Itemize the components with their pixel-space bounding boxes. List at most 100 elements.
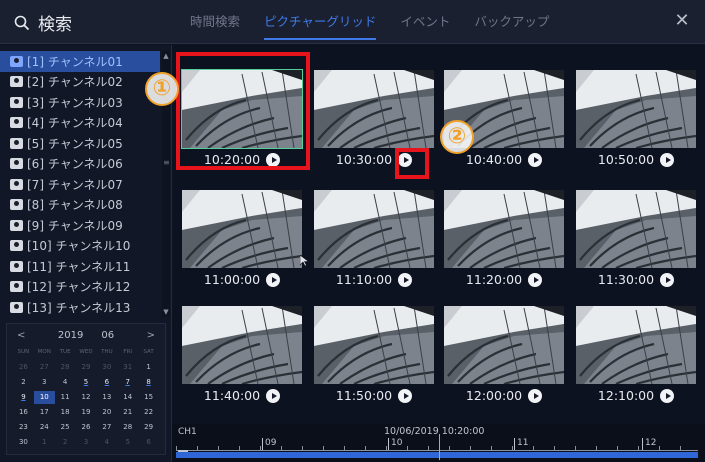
calendar-day[interactable]: 23 — [13, 421, 34, 434]
calendar-day[interactable]: 2 — [55, 436, 76, 449]
channel-item[interactable]: [12] チャンネル12 — [0, 277, 160, 298]
thumbnail-item[interactable]: 10:50:00 — [576, 70, 696, 170]
thumbnail-item[interactable]: 12:00:00 — [444, 306, 564, 406]
channel-item[interactable]: [8] チャンネル08 — [0, 195, 160, 216]
play-icon[interactable] — [266, 388, 281, 403]
thumbnail-item[interactable]: 11:10:00 — [314, 190, 434, 290]
thumbnail-item[interactable]: 10:30:00 — [314, 70, 434, 170]
thumbnail-item[interactable]: 11:50:00 — [314, 306, 434, 406]
thumbnail-image[interactable] — [314, 70, 434, 148]
calendar-day[interactable]: 27 — [96, 421, 117, 434]
calendar-day[interactable]: 5 — [117, 436, 138, 449]
calendar-day[interactable]: 3 — [34, 376, 55, 389]
calendar-day[interactable]: 2 — [13, 376, 34, 389]
calendar-day[interactable]: 6 — [96, 376, 117, 389]
thumbnail-image[interactable] — [576, 70, 696, 148]
scroll-down-icon[interactable]: ▼ — [162, 307, 170, 317]
calendar-day[interactable]: 4 — [55, 376, 76, 389]
calendar-day[interactable]: 17 — [34, 406, 55, 419]
play-icon[interactable] — [660, 272, 675, 287]
calendar-day[interactable]: 1 — [138, 361, 159, 374]
thumbnail-item[interactable]: 11:30:00 — [576, 190, 696, 290]
calendar-year[interactable]: 2019 — [58, 330, 83, 341]
play-icon[interactable] — [528, 152, 543, 167]
play-icon[interactable] — [398, 388, 413, 403]
tab-0[interactable]: 時間検索 — [178, 0, 252, 44]
timeline-record-bar[interactable] — [176, 452, 698, 458]
thumbnail-image[interactable] — [182, 306, 302, 384]
calendar-day[interactable]: 30 — [96, 361, 117, 374]
thumbnail-image[interactable] — [576, 190, 696, 268]
thumbnail-item[interactable]: 11:20:00 — [444, 190, 564, 290]
calendar-day[interactable]: 26 — [76, 421, 97, 434]
thumbnail-image[interactable] — [576, 306, 696, 384]
scroll-up-icon[interactable]: ▲ — [162, 51, 170, 61]
calendar-day[interactable]: 22 — [138, 406, 159, 419]
calendar-day[interactable]: 30 — [13, 436, 34, 449]
calendar-day[interactable]: 16 — [13, 406, 34, 419]
play-icon[interactable] — [528, 272, 543, 287]
timeline-ruler[interactable]: 09 10 11 12 — [176, 436, 698, 451]
calendar-day[interactable]: 19 — [76, 406, 97, 419]
channel-list-scrollbar[interactable]: ▲ ≡ ▼ — [162, 51, 170, 317]
calendar-day[interactable]: 13 — [96, 391, 117, 404]
thumbnail-item[interactable]: 10:40:00 — [444, 70, 564, 170]
play-icon[interactable] — [266, 152, 281, 167]
channel-item[interactable]: [7] チャンネル07 — [0, 174, 160, 195]
calendar-next-button[interactable]: > — [147, 330, 155, 341]
thumbnail-image[interactable] — [182, 190, 302, 268]
calendar-day[interactable]: 28 — [117, 421, 138, 434]
play-icon[interactable] — [398, 272, 413, 287]
thumbnail-item[interactable]: 11:00:00 — [182, 190, 302, 290]
calendar-day[interactable]: 3 — [76, 436, 97, 449]
calendar-day[interactable]: 6 — [138, 436, 159, 449]
play-icon[interactable] — [660, 388, 675, 403]
calendar-day[interactable]: 18 — [55, 406, 76, 419]
tab-3[interactable]: バックアップ — [462, 0, 561, 44]
play-icon[interactable] — [398, 152, 413, 167]
calendar-day[interactable]: 8 — [138, 376, 159, 389]
thumbnail-image[interactable] — [314, 306, 434, 384]
calendar-day[interactable]: 5 — [76, 376, 97, 389]
calendar-day[interactable]: 10 — [33, 391, 55, 404]
calendar-day[interactable]: 9 — [13, 391, 34, 404]
play-icon[interactable] — [266, 272, 281, 287]
calendar-day[interactable]: 7 — [117, 376, 138, 389]
calendar-day[interactable]: 29 — [138, 421, 159, 434]
thumbnail-image[interactable] — [182, 70, 302, 148]
thumbnail-image[interactable] — [314, 190, 434, 268]
calendar-day[interactable]: 31 — [117, 361, 138, 374]
thumbnail-item[interactable]: 12:10:00 — [576, 306, 696, 406]
channel-item[interactable]: [10] チャンネル10 — [0, 236, 160, 257]
tab-2[interactable]: イベント — [388, 0, 462, 44]
channel-item[interactable]: [6] チャンネル06 — [0, 154, 160, 175]
calendar-day[interactable]: 21 — [117, 406, 138, 419]
play-icon[interactable] — [660, 152, 675, 167]
calendar-day[interactable]: 4 — [96, 436, 117, 449]
thumbnail-image[interactable] — [444, 190, 564, 268]
close-button[interactable]: ✕ — [673, 12, 691, 30]
channel-item[interactable]: [5] チャンネル05 — [0, 133, 160, 154]
calendar-month[interactable]: 06 — [101, 330, 114, 341]
calendar-day[interactable]: 26 — [13, 361, 34, 374]
calendar-day[interactable]: 15 — [138, 391, 159, 404]
channel-item[interactable]: [13] チャンネル13 — [0, 297, 160, 317]
calendar-day[interactable]: 14 — [117, 391, 138, 404]
channel-item[interactable]: [11] チャンネル11 — [0, 256, 160, 277]
thumbnail-item[interactable]: 11:40:00 — [182, 306, 302, 406]
timeline[interactable]: CH1 10/06/2019 10:20:00 09 10 11 12 — [172, 424, 705, 462]
calendar-day[interactable]: 24 — [34, 421, 55, 434]
channel-item[interactable]: [3] チャンネル03 — [0, 92, 160, 113]
channel-item[interactable]: [2] チャンネル02 — [0, 72, 160, 93]
calendar-day[interactable]: 1 — [34, 436, 55, 449]
play-icon[interactable] — [528, 388, 543, 403]
calendar-day[interactable]: 28 — [55, 361, 76, 374]
calendar-day[interactable]: 29 — [76, 361, 97, 374]
channel-item[interactable]: [9] チャンネル09 — [0, 215, 160, 236]
scroll-grip-icon[interactable]: ≡ — [163, 159, 170, 167]
thumbnail-image[interactable] — [444, 70, 564, 148]
calendar-day[interactable]: 27 — [34, 361, 55, 374]
calendar-day[interactable]: 12 — [76, 391, 97, 404]
tab-1[interactable]: ピクチャーグリッド — [252, 0, 388, 44]
calendar-day[interactable]: 25 — [55, 421, 76, 434]
